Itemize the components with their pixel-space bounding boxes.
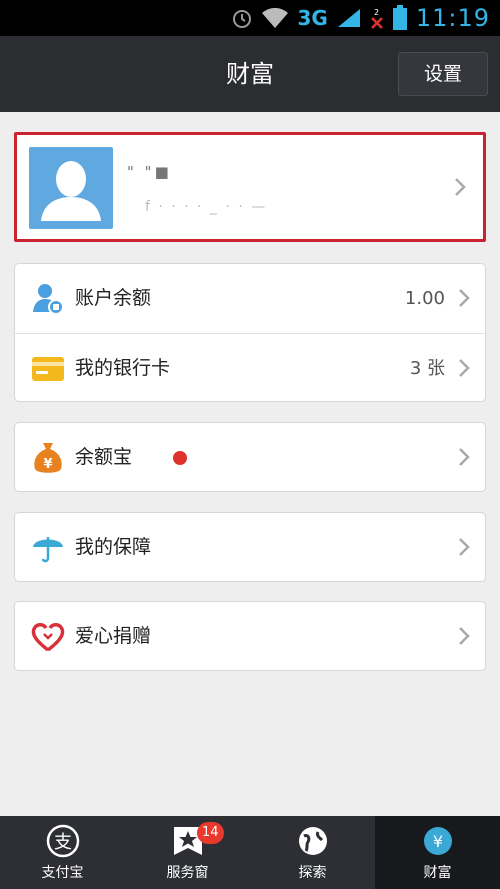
tab-wealth[interactable]: ¥ 财富	[375, 816, 500, 889]
wealth-icon: ¥	[424, 827, 452, 855]
insurance-label: 我的保障	[75, 536, 152, 558]
bottom-tab-bar: 支 支付宝 14 服务窗 探索 ¥ 财富	[0, 816, 500, 889]
tab-explore[interactable]: 探索	[250, 816, 375, 889]
chevron-right-icon	[459, 289, 470, 307]
bank-card-label: 我的银行卡	[75, 357, 171, 379]
tab-label: 支付宝	[41, 865, 84, 881]
svg-text:2: 2	[374, 8, 379, 17]
bank-card-icon	[32, 357, 64, 381]
yuebao-row[interactable]: ¥ 余额宝	[15, 423, 485, 492]
alipay-icon: 支	[46, 824, 80, 858]
balance-row[interactable]: 账户余额 1.00	[15, 264, 485, 334]
account-balance-icon	[33, 284, 64, 315]
profile-card[interactable]: " "■ f · · · · _ · · —	[14, 132, 486, 242]
insurance-row[interactable]: 我的保障	[15, 513, 485, 582]
yuebao-card: ¥ 余额宝	[14, 422, 486, 492]
tab-alipay[interactable]: 支 支付宝	[0, 816, 125, 889]
bank-card-count: 3 张	[409, 358, 445, 379]
globe-icon	[299, 827, 327, 855]
sim-no-data-icon: 2	[370, 7, 384, 29]
tab-service-window[interactable]: 14 服务窗	[125, 816, 250, 889]
balance-label: 账户余额	[75, 287, 152, 309]
bank-card-row[interactable]: 我的银行卡 3 张	[15, 334, 485, 403]
notification-dot	[173, 451, 187, 465]
donation-row[interactable]: 爱心捐赠	[15, 602, 485, 671]
profile-name: " "■	[127, 163, 172, 181]
heart-icon	[31, 623, 65, 652]
profile-account: f · · · · _ · · —	[145, 199, 268, 215]
user-silhouette-icon	[41, 161, 101, 221]
svg-text:支: 支	[54, 832, 72, 853]
alarm-icon	[231, 7, 253, 29]
battery-icon	[392, 5, 408, 31]
status-icons: 3G 2 11:19	[231, 0, 490, 36]
insurance-card: 我的保障	[14, 512, 486, 582]
signal-icon	[336, 7, 362, 29]
svg-text:¥: ¥	[433, 832, 443, 851]
tab-label: 服务窗	[166, 865, 209, 881]
chevron-right-icon	[459, 538, 470, 556]
chevron-right-icon	[459, 359, 470, 377]
settings-button[interactable]: 设置	[398, 52, 488, 96]
svg-text:¥: ¥	[43, 457, 52, 472]
clock: 11:19	[415, 4, 490, 32]
tab-label: 探索	[298, 865, 327, 881]
status-bar: 3G 2 11:19	[0, 0, 500, 36]
notification-badge: 14	[197, 822, 224, 844]
money-bag-icon: ¥	[34, 443, 62, 473]
chevron-right-icon	[455, 178, 466, 196]
umbrella-icon	[33, 537, 63, 563]
account-group: 账户余额 1.00 我的银行卡 3 张	[14, 263, 486, 402]
wifi-icon	[261, 7, 289, 29]
title-bar: 财富 设置	[0, 36, 500, 112]
donation-label: 爱心捐赠	[75, 625, 152, 647]
donation-card: 爱心捐赠	[14, 601, 486, 671]
avatar	[29, 147, 113, 229]
chevron-right-icon	[459, 448, 470, 466]
network-type: 3G	[297, 6, 328, 30]
chevron-right-icon	[459, 627, 470, 645]
tab-label: 财富	[423, 865, 452, 881]
yuebao-label: 余额宝	[75, 446, 133, 468]
balance-value: 1.00	[404, 288, 445, 309]
